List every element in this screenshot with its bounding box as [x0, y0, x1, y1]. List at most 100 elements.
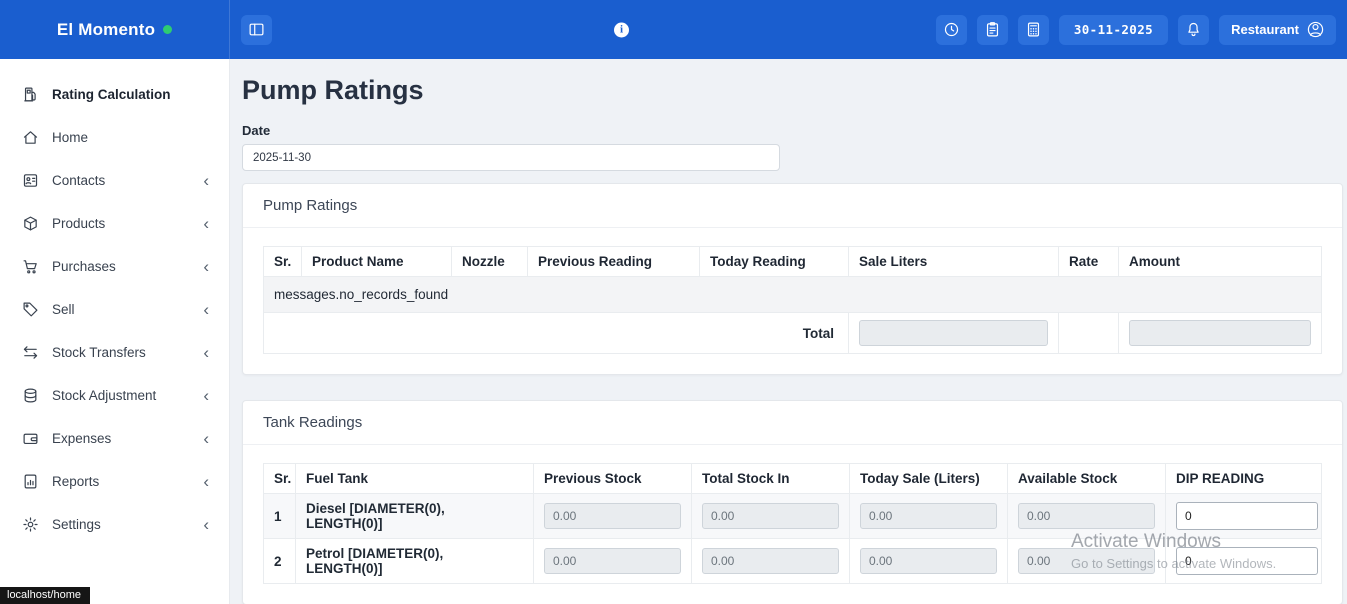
sidebar-item-label: Reports — [52, 474, 190, 489]
sidebar-item-label: Expenses — [52, 431, 190, 446]
date-button[interactable]: 30-11-2025 — [1059, 15, 1168, 45]
fuel-tank-name: Diesel [DIAMETER(0), LENGTH(0)] — [296, 494, 534, 539]
info-icon[interactable]: i — [614, 22, 629, 37]
reports-chart-icon — [22, 473, 39, 490]
date-input[interactable] — [242, 144, 780, 171]
topbar-actions: 30-11-2025 Restaurant — [936, 15, 1336, 45]
tank-readings-card-body: Sr. Fuel Tank Previous Stock Total Stock… — [243, 445, 1342, 604]
dip-reading-input[interactable] — [1176, 547, 1318, 575]
date-field-label: Date — [242, 123, 1343, 138]
column-header-total-stock-in: Total Stock In — [692, 464, 850, 494]
sidebar-item-contacts[interactable]: Contacts ‹ — [0, 159, 229, 202]
chevron-left-icon: ‹ — [203, 473, 209, 490]
brand-name: El Momento — [57, 20, 155, 40]
chevron-left-icon: ‹ — [203, 516, 209, 533]
tank-row-petrol: 2 Petrol [DIAMETER(0), LENGTH(0)] — [264, 539, 1322, 584]
tank-readings-card-title: Tank Readings — [243, 401, 1342, 445]
total-amount-input — [1129, 320, 1311, 346]
main-content: Pump Ratings Date Pump Ratings Sr. Produ… — [230, 59, 1347, 604]
column-header-previous-reading: Previous Reading — [528, 247, 700, 277]
user-icon — [1307, 21, 1324, 38]
clock-icon — [943, 21, 960, 38]
notifications-button[interactable] — [1178, 15, 1209, 45]
page-title: Pump Ratings — [242, 75, 1343, 106]
sidebar-toggle-button[interactable] — [241, 15, 272, 45]
tank-readings-table: Sr. Fuel Tank Previous Stock Total Stock… — [263, 463, 1322, 584]
user-menu-button[interactable]: Restaurant — [1219, 15, 1336, 45]
column-header-today-reading: Today Reading — [700, 247, 849, 277]
sidebar-item-sell[interactable]: Sell ‹ — [0, 288, 229, 331]
dip-reading-input[interactable] — [1176, 502, 1318, 530]
total-sale-liters-input — [859, 320, 1048, 346]
column-header-nozzle: Nozzle — [452, 247, 528, 277]
row-serial: 1 — [264, 494, 296, 539]
browser-link-preview: localhost/home — [0, 587, 90, 604]
chevron-left-icon: ‹ — [203, 172, 209, 189]
sidebar-item-expenses[interactable]: Expenses ‹ — [0, 417, 229, 460]
column-header-today-sale-liters: Today Sale (Liters) — [850, 464, 1008, 494]
tank-row-diesel: 1 Diesel [DIAMETER(0), LENGTH(0)] — [264, 494, 1322, 539]
chevron-left-icon: ‹ — [203, 387, 209, 404]
totals-row: Total — [264, 313, 1322, 354]
sidebar-item-products[interactable]: Products ‹ — [0, 202, 229, 245]
sidebar-item-label: Sell — [52, 302, 190, 317]
available-stock-input — [1018, 503, 1155, 529]
purchases-cart-icon — [22, 258, 39, 275]
pump-table-header-row: Sr. Product Name Nozzle Previous Reading… — [264, 247, 1322, 277]
column-header-amount: Amount — [1119, 247, 1322, 277]
pump-ratings-table: Sr. Product Name Nozzle Previous Reading… — [263, 246, 1322, 354]
user-menu-label: Restaurant — [1231, 22, 1299, 37]
sidebar-item-stock-adjustment[interactable]: Stock Adjustment ‹ — [0, 374, 229, 417]
no-records-text: messages.no_records_found — [264, 277, 1322, 313]
topbar-main: i 30-11-2025 Restaurant — [230, 0, 1347, 59]
sell-tag-icon — [22, 301, 39, 318]
chevron-left-icon: ‹ — [203, 430, 209, 447]
sidebar-nav: Rating Calculation Home Contacts ‹ Produ… — [0, 59, 230, 604]
pump-ratings-card-title: Pump Ratings — [243, 184, 1342, 228]
sidebar-item-label: Rating Calculation — [52, 87, 209, 102]
sidebar-item-label: Settings — [52, 517, 190, 532]
fuel-tank-name: Petrol [DIAMETER(0), LENGTH(0)] — [296, 539, 534, 584]
brand: El Momento — [0, 0, 230, 59]
no-records-row: messages.no_records_found — [264, 277, 1322, 313]
today-sale-liters-input — [860, 548, 997, 574]
calculator-button[interactable] — [1018, 15, 1049, 45]
column-header-sr: Sr. — [264, 464, 296, 494]
register-clock-button[interactable] — [936, 15, 967, 45]
today-sale-liters-input — [860, 503, 997, 529]
total-rate-empty-cell — [1059, 313, 1119, 354]
sidebar-item-reports[interactable]: Reports ‹ — [0, 460, 229, 503]
fuel-pump-icon — [22, 86, 39, 103]
sidebar-item-label: Home — [52, 130, 209, 145]
chevron-left-icon: ‹ — [203, 258, 209, 275]
products-box-icon — [22, 215, 39, 232]
total-stock-in-input — [702, 548, 839, 574]
sidebar-item-label: Stock Adjustment — [52, 388, 190, 403]
sidebar-item-label: Contacts — [52, 173, 190, 188]
sidebar-item-label: Stock Transfers — [52, 345, 190, 360]
stock-adjustment-icon — [22, 387, 39, 404]
previous-stock-input — [544, 548, 681, 574]
tank-table-header-row: Sr. Fuel Tank Previous Stock Total Stock… — [264, 464, 1322, 494]
chevron-left-icon: ‹ — [203, 301, 209, 318]
sidebar-item-label: Products — [52, 216, 190, 231]
bell-icon — [1185, 21, 1202, 38]
sidebar-item-purchases[interactable]: Purchases ‹ — [0, 245, 229, 288]
column-header-rate: Rate — [1059, 247, 1119, 277]
sidebar-item-stock-transfers[interactable]: Stock Transfers ‹ — [0, 331, 229, 374]
sidebar-item-settings[interactable]: Settings ‹ — [0, 503, 229, 546]
sidebar-item-rating-calculation[interactable]: Rating Calculation — [0, 73, 229, 116]
contacts-icon — [22, 172, 39, 189]
total-stock-in-input — [702, 503, 839, 529]
column-header-previous-stock: Previous Stock — [534, 464, 692, 494]
column-header-available-stock: Available Stock — [1008, 464, 1166, 494]
topbar: El Momento i 30-11-2025 Restaurant — [0, 0, 1347, 59]
row-serial: 2 — [264, 539, 296, 584]
online-status-dot — [163, 25, 172, 34]
stock-transfers-icon — [22, 344, 39, 361]
expenses-wallet-icon — [22, 430, 39, 447]
available-stock-input — [1018, 548, 1155, 574]
register-details-button[interactable] — [977, 15, 1008, 45]
sidebar-item-home[interactable]: Home — [0, 116, 229, 159]
sidebar-item-label: Purchases — [52, 259, 190, 274]
